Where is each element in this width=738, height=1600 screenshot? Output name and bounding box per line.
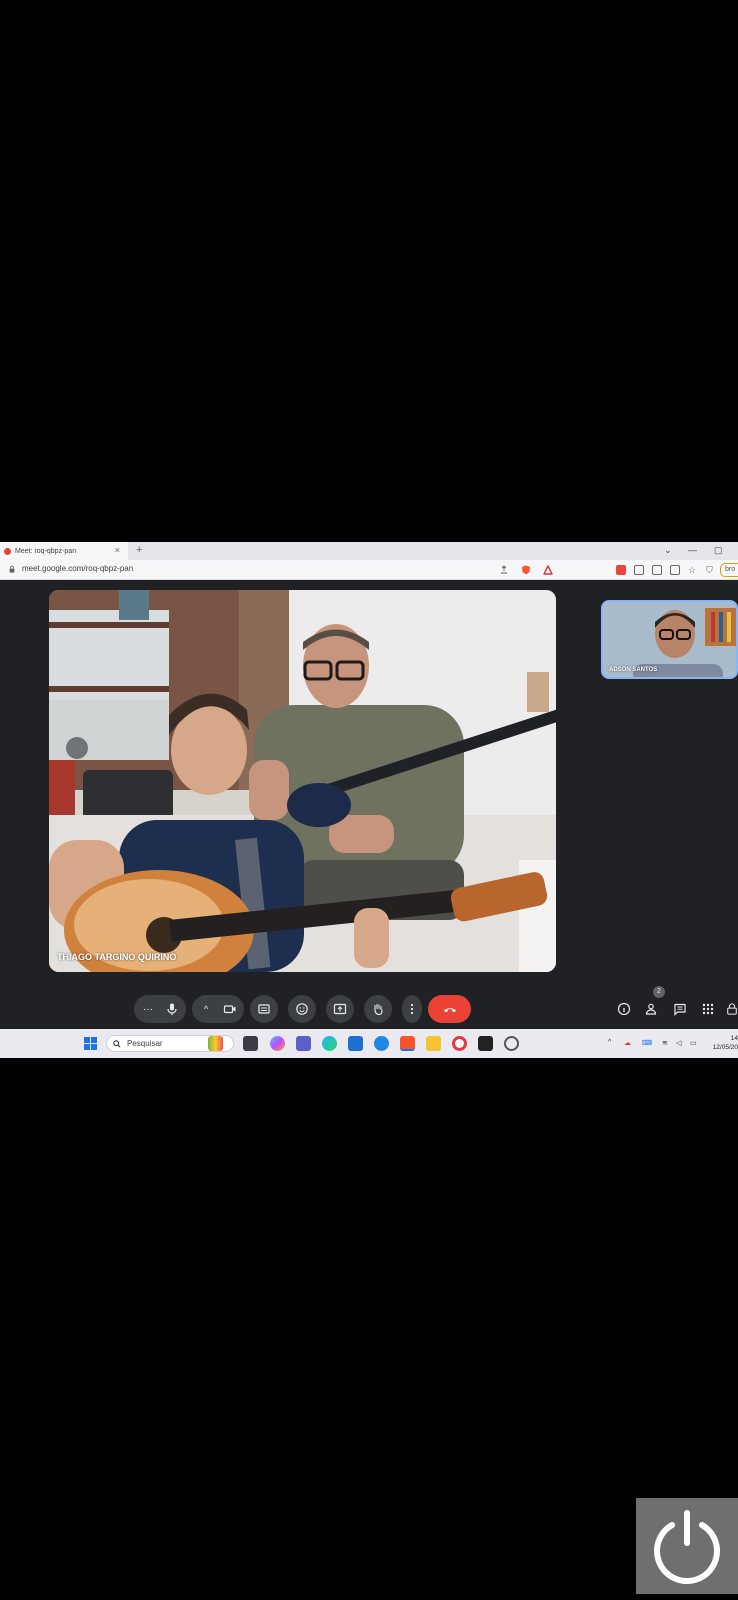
new-tab-button[interactable]: + xyxy=(136,544,142,556)
url-text: meet.google.com/roq-qbpz-pan xyxy=(22,564,134,573)
info-icon xyxy=(617,1002,631,1016)
self-participant-tile[interactable]: ADSON SANTOS xyxy=(601,600,738,679)
activities-button[interactable] xyxy=(698,999,718,1019)
extension-record-icon[interactable] xyxy=(616,565,626,575)
search-icon xyxy=(113,1039,121,1048)
lock-person-icon xyxy=(727,1003,737,1015)
windows-start-icon[interactable] xyxy=(84,1037,97,1050)
power-icon xyxy=(654,1510,720,1584)
edge-icon[interactable] xyxy=(322,1036,337,1051)
captions-button[interactable] xyxy=(250,995,278,1023)
camera-icon xyxy=(223,1005,236,1014)
self-participant-name: ADSON SANTOS xyxy=(609,667,658,673)
bookmark-star-icon[interactable]: ☆ xyxy=(688,565,698,575)
present-button[interactable] xyxy=(326,995,354,1023)
main-participant-name: THIAGO TARGINO QUIRINO xyxy=(57,952,177,962)
captions-icon xyxy=(258,1004,270,1014)
task-view-icon[interactable] xyxy=(243,1036,258,1051)
more-vert-icon xyxy=(410,1003,414,1015)
emoji-icon xyxy=(296,1003,308,1015)
wifi-icon[interactable]: ≋ xyxy=(662,1039,668,1047)
chat-button[interactable] xyxy=(670,999,690,1019)
power-overlay-button[interactable] xyxy=(636,1498,738,1594)
meet-stage: THIAGO TARGINO QUIRINO ADSON SANTOS xyxy=(0,580,738,998)
host-controls-button[interactable] xyxy=(726,999,738,1019)
search-placeholder: Pesquisar xyxy=(127,1039,163,1048)
brave-icon[interactable] xyxy=(400,1036,415,1051)
browser-tab-meet[interactable]: Meet: roq-qbpz-pan × xyxy=(0,542,128,560)
meet-controls-bar: ··· ^ 2 xyxy=(0,986,738,1028)
volume-icon[interactable]: ◁ xyxy=(676,1039,681,1047)
tray-chevron-icon[interactable]: ^ xyxy=(608,1039,611,1046)
extension-screenshot-icon[interactable] xyxy=(652,565,662,575)
people-button[interactable] xyxy=(642,999,662,1019)
close-tab-icon[interactable]: × xyxy=(115,545,120,555)
present-icon xyxy=(333,1003,347,1015)
battery-icon[interactable]: ▭ xyxy=(690,1039,697,1047)
sidebar-icon[interactable] xyxy=(670,565,680,575)
people-icon xyxy=(645,1003,657,1015)
copilot-icon[interactable] xyxy=(270,1036,285,1051)
camera-button[interactable] xyxy=(216,995,244,1023)
app-search-icon[interactable] xyxy=(374,1036,389,1051)
apps-icon xyxy=(702,1003,714,1015)
wallet-pill[interactable]: bro xyxy=(720,563,738,577)
meeting-details-button[interactable] xyxy=(614,999,634,1019)
clock-date: 12/05/20 xyxy=(712,1044,738,1051)
lock-icon xyxy=(9,565,15,573)
url-field[interactable]: meet.google.com/roq-qbpz-pan xyxy=(8,564,133,573)
leave-call-button[interactable] xyxy=(428,995,471,1023)
mic-button[interactable] xyxy=(158,995,186,1023)
store-icon[interactable] xyxy=(348,1036,363,1051)
tray-cloud-icon[interactable]: ☁ xyxy=(624,1039,631,1047)
teams-icon[interactable] xyxy=(296,1036,311,1051)
brave-shield-icon[interactable] xyxy=(521,565,531,575)
browser-address-bar: meet.google.com/roq-qbpz-pan ☆ ⛉ bro xyxy=(0,560,738,580)
settings-icon[interactable] xyxy=(504,1036,519,1051)
more-options-button[interactable] xyxy=(402,995,422,1023)
video-frame-image xyxy=(49,590,556,972)
share-icon[interactable] xyxy=(499,565,509,575)
media-app-icon[interactable] xyxy=(478,1036,493,1051)
maximize-button[interactable]: ▢ xyxy=(714,545,723,556)
people-count-badge: 2 xyxy=(653,986,665,998)
browser-tab-bar: Meet: roq-qbpz-pan × + ⌄ — ▢ xyxy=(0,542,738,560)
chat-icon xyxy=(674,1003,686,1016)
vpn-shield-icon[interactable]: ⛉ xyxy=(706,565,716,575)
extension-puzzle-icon[interactable] xyxy=(634,565,644,575)
taskbar-clock[interactable]: 14 12/05/20 xyxy=(710,1034,738,1052)
desktop-screen: Meet: roq-qbpz-pan × + ⌄ — ▢ meet.google… xyxy=(0,542,738,1058)
meet-favicon-icon xyxy=(4,547,11,555)
opera-icon[interactable] xyxy=(452,1036,467,1051)
tray-language-icon[interactable]: ⌨ xyxy=(642,1039,652,1047)
file-explorer-icon[interactable] xyxy=(426,1036,441,1051)
reactions-button[interactable] xyxy=(288,995,316,1023)
brave-rewards-icon[interactable] xyxy=(543,565,553,575)
clock-time: 14 xyxy=(730,1035,738,1042)
windows-taskbar: Pesquisar ^ ☁ ⌨ ≋ ◁ ▭ 14 12/05/20 xyxy=(0,1029,738,1058)
raise-hand-icon xyxy=(374,1003,383,1016)
tab-title: Meet: roq-qbpz-pan xyxy=(15,547,77,555)
search-highlight-icon xyxy=(208,1036,223,1051)
tab-search-button[interactable]: ⌄ xyxy=(664,545,672,556)
mic-icon xyxy=(167,1003,177,1015)
call-end-icon xyxy=(443,1008,456,1013)
main-participant-video[interactable]: THIAGO TARGINO QUIRINO xyxy=(49,590,556,972)
raise-hand-button[interactable] xyxy=(364,995,392,1023)
minimize-button[interactable]: — xyxy=(688,545,697,555)
